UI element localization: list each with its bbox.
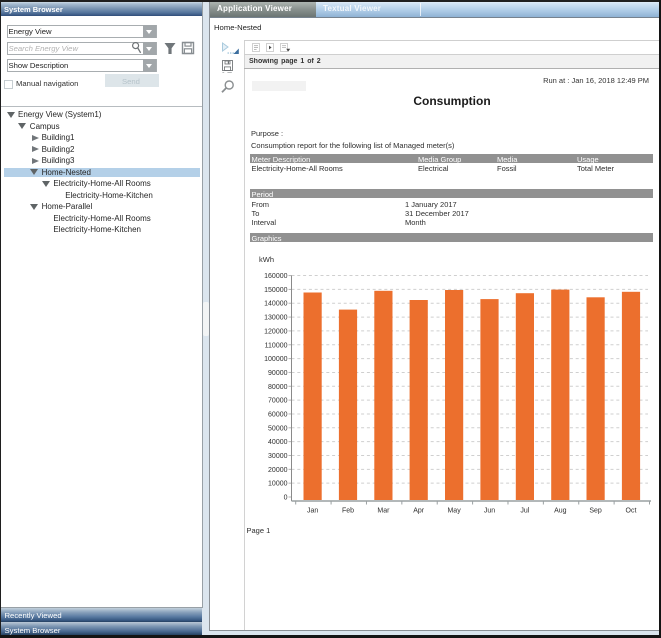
svg-text:Jun: Jun — [484, 508, 495, 515]
svg-text:Oct: Oct — [626, 508, 637, 515]
svg-text:10000: 10000 — [268, 481, 288, 488]
svg-text:70000: 70000 — [268, 398, 288, 405]
svg-text:140000: 140000 — [264, 301, 287, 308]
svg-text:Jul: Jul — [520, 508, 529, 515]
svg-text:80000: 80000 — [268, 384, 288, 391]
svg-text:Aug: Aug — [554, 508, 567, 515]
svg-text:40000: 40000 — [268, 439, 288, 446]
svg-text:May: May — [447, 508, 461, 515]
svg-text:160000: 160000 — [264, 273, 287, 280]
svg-text:30000: 30000 — [268, 453, 288, 460]
svg-text:60000: 60000 — [268, 411, 288, 418]
svg-text:150000: 150000 — [264, 287, 287, 294]
svg-text:Mar: Mar — [377, 508, 390, 515]
svg-text:50000: 50000 — [268, 425, 288, 432]
svg-text:130000: 130000 — [264, 315, 287, 322]
svg-text:120000: 120000 — [264, 328, 287, 335]
svg-text:Jan: Jan — [307, 508, 318, 515]
svg-text:0: 0 — [284, 495, 288, 502]
svg-text:90000: 90000 — [268, 370, 288, 377]
svg-text:20000: 20000 — [268, 467, 288, 474]
svg-text:110000: 110000 — [265, 342, 288, 349]
svg-text:Feb: Feb — [342, 508, 354, 515]
svg-text:100000: 100000 — [264, 356, 287, 363]
svg-text:Apr: Apr — [413, 508, 425, 515]
svg-text:Sep: Sep — [589, 508, 602, 515]
